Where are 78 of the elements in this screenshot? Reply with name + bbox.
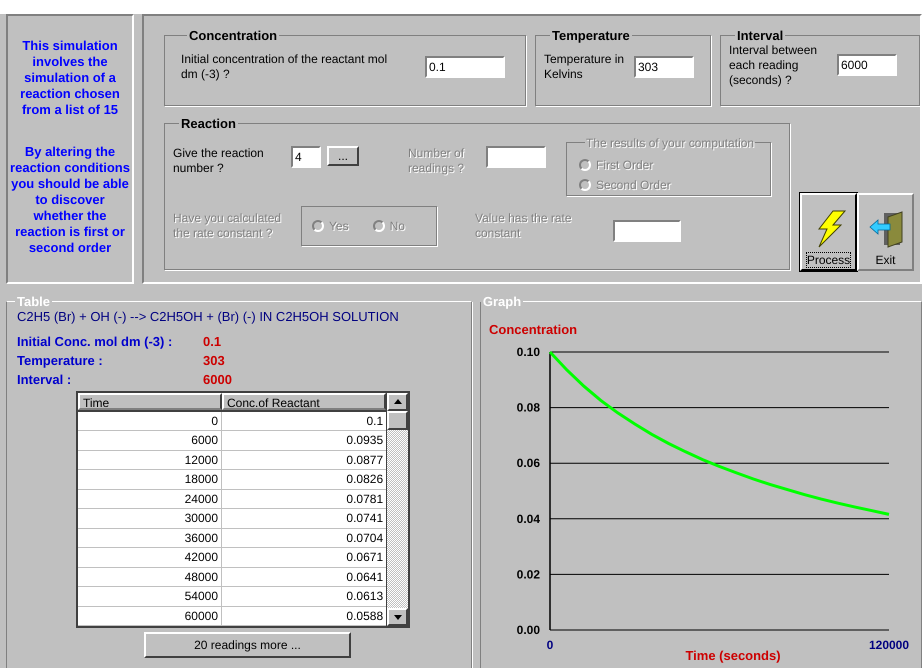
radio-label: No: [390, 218, 405, 234]
table-cell: 60000: [78, 606, 222, 625]
down-arrow-icon: [394, 614, 402, 620]
table-cell-text: 0.0877: [345, 452, 384, 468]
x-tick-label: 0: [546, 638, 554, 652]
column-header[interactable]: Time: [78, 392, 222, 410]
table-cell-text: 0.0741: [345, 510, 384, 527]
y-tick-label: 0.06: [516, 456, 540, 470]
field-label: Number of readings ?: [408, 146, 466, 176]
table-cell: 54000: [78, 587, 222, 606]
input-field[interactable]: 4: [291, 146, 321, 168]
up-arrow-icon: [394, 399, 402, 404]
table-cell: 24000: [78, 490, 222, 508]
table-cell-text: 0.0826: [345, 471, 384, 488]
x-axis-title: Time (seconds): [685, 648, 780, 662]
table-cell-text: 0.0613: [345, 588, 384, 605]
table-cell: 18000: [78, 470, 222, 488]
equation-text: C2H5 (Br) + OH (-) --> C2H5OH + (Br) (-) IN C2H5OH SOLUTION: [17, 308, 400, 324]
summary-value: 6000: [203, 371, 232, 390]
table-cell: 12000: [78, 450, 222, 469]
field-label: Give the reaction number ?: [173, 146, 265, 176]
field-label: Temperature in Kelvins: [544, 52, 626, 82]
more-readings-button[interactable]: 20 readings more ...: [144, 632, 351, 658]
summary-value: 0.1: [203, 333, 222, 352]
input-field[interactable]: 6000: [837, 54, 897, 76]
y-tick-label: 0.08: [516, 400, 540, 414]
group-title: Concentration: [188, 27, 278, 45]
group-title: Reaction: [180, 115, 237, 133]
input-field[interactable]: 303: [634, 56, 694, 78]
info-text: By altering the reaction conditions you should be able to discover whether the reaction is first or second order: [10, 144, 130, 256]
table-cell-text: 0.0671: [345, 549, 384, 566]
table-cell-text: 0.0704: [345, 530, 384, 546]
input-field[interactable]: [613, 220, 681, 242]
x-tick-label: 120000: [868, 638, 909, 652]
toolbar-button[interactable]: Exit: [857, 193, 914, 271]
group-title: Interval: [736, 27, 784, 45]
table-cell-text: 0.0588: [345, 608, 384, 624]
summary-value: 303: [203, 352, 225, 370]
field-label: Interval between each reading (seconds) ?: [729, 42, 818, 88]
summary-label: Initial Conc. mol dm (-3) :: [17, 333, 174, 352]
radio-label: First Order: [596, 156, 654, 174]
table-cell-text: 0.0935: [345, 432, 384, 449]
group-title: The results of your computation: [585, 134, 756, 152]
summary-label: Temperature :: [17, 352, 104, 370]
table-cell: 6000: [78, 431, 222, 450]
y-axis-title: Concentration: [488, 322, 577, 336]
table-cell-text: 0.0641: [345, 568, 384, 586]
y-tick-label: 0.02: [516, 566, 540, 581]
toolbar-button[interactable]: Process: [800, 193, 857, 271]
table-cell: 30000: [78, 509, 222, 528]
input-field[interactable]: [486, 146, 546, 168]
y-tick-label: 0.04: [516, 511, 540, 526]
info-text: This simulation involves the simulation of a reaction chosen from a list of 15: [19, 38, 121, 118]
door-exit-icon: [868, 209, 904, 249]
column-header[interactable]: Conc.of Reactant: [222, 392, 386, 410]
table-cell: 36000: [78, 528, 222, 547]
table-cell-text: 0.0781: [345, 490, 384, 508]
scroll-down-button[interactable]: [387, 608, 408, 626]
table-cell: 0: [78, 412, 222, 430]
field-label: Value has the rate constant: [475, 210, 573, 240]
table-cell: 48000: [78, 568, 222, 586]
scroll-up-button[interactable]: [387, 392, 408, 410]
group-title: Graph: [482, 293, 522, 311]
browse-button[interactable]: ...: [327, 146, 359, 166]
y-tick-label: 0.10: [516, 344, 540, 358]
field-label: Have you calculated the rate constant ?: [173, 210, 282, 240]
field-label: Initial concentration of the reactant mol dm (-3) ?: [181, 52, 388, 82]
radio-label: Yes: [329, 218, 349, 234]
table-cell-text: 0.1: [365, 412, 384, 430]
group-title: Temperature: [551, 27, 631, 45]
scroll-thumb[interactable]: [387, 410, 408, 430]
scrollbar[interactable]: [386, 392, 408, 626]
radio-label: Second Order: [596, 176, 671, 194]
input-field[interactable]: 0.1: [425, 56, 505, 78]
group-title: Table: [16, 293, 51, 311]
y-tick-label: 0.00: [516, 622, 540, 636]
table-cell: 42000: [78, 548, 222, 566]
summary-label: Interval :: [17, 371, 72, 390]
